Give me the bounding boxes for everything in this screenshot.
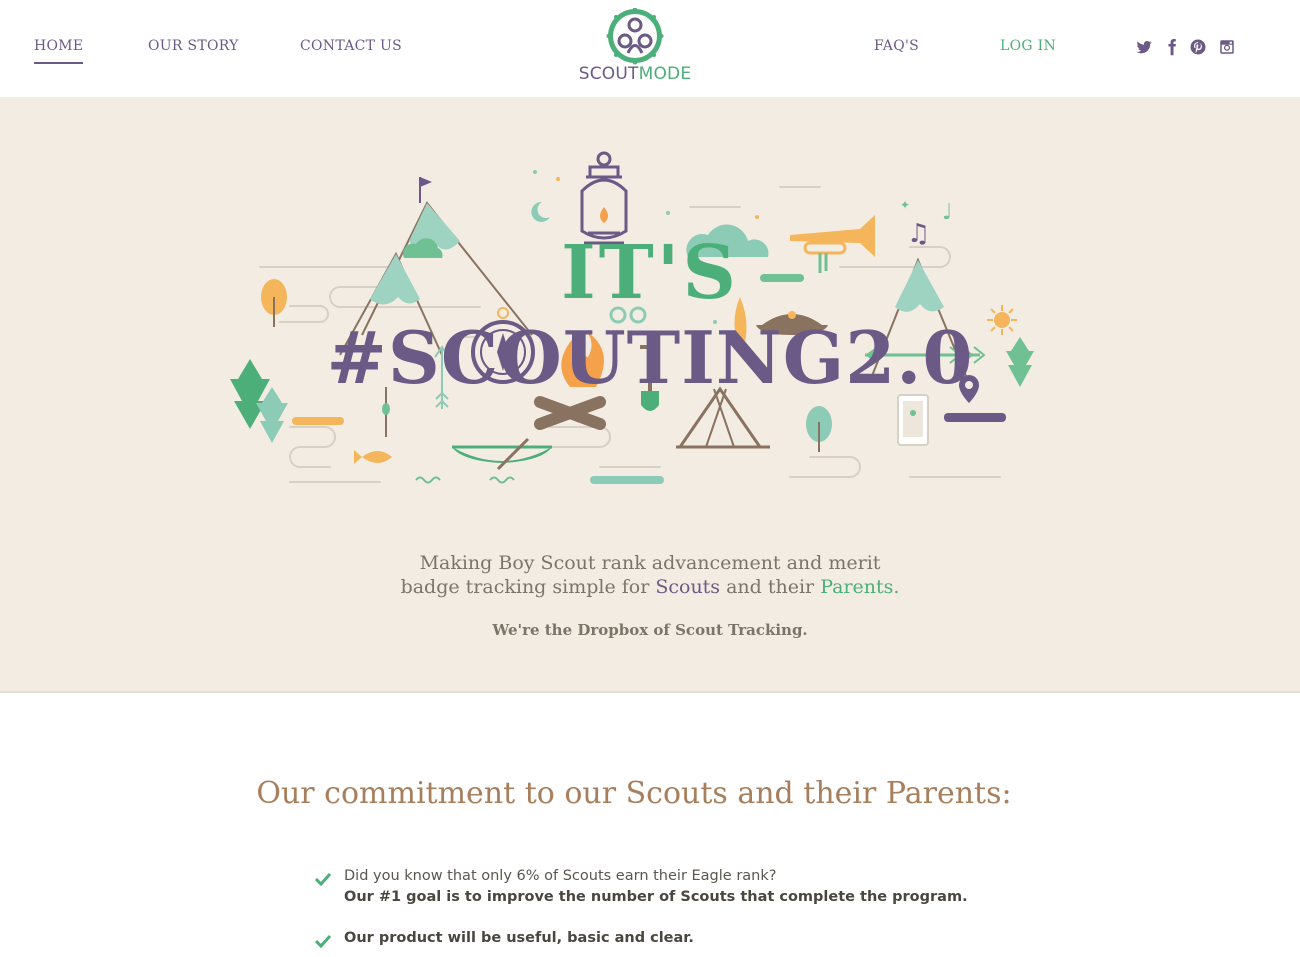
hero-headline-scouting: #SCOUTING2.0 [326, 315, 974, 400]
facebook-icon[interactable] [1163, 38, 1181, 56]
site-header: HOME OUR STORY CONTACT US SCOUTMODE FAQ'… [0, 0, 1300, 97]
commitment-item-line-1: Our product will be useful, basic and cl… [344, 930, 694, 946]
logo-word-mode: MODE [638, 64, 692, 84]
commitment-item-line-2: Our #1 goal is to improve the number of … [344, 889, 968, 905]
tagline-line-1: Making Boy Scout rank advancement and me… [419, 552, 881, 574]
commitment-item: Did you know that only 6% of Scouts earn… [344, 866, 968, 908]
logo-wordmark: SCOUTMODE [570, 64, 700, 84]
twitter-icon[interactable] [1135, 38, 1153, 56]
tagline-part-a: badge tracking simple for [400, 576, 656, 598]
nav-faqs[interactable]: FAQ'S [874, 38, 919, 54]
commitment-item-line-1: Did you know that only 6% of Scouts earn… [344, 868, 777, 884]
tagline-part-b: and their [720, 576, 821, 598]
nav-log-in[interactable]: LOG IN [1000, 38, 1056, 54]
svg-text:✦: ✦ [900, 198, 910, 212]
pinterest-icon[interactable] [1189, 38, 1207, 56]
tagline-line-2: badge tracking simple for Scouts and the… [0, 575, 1300, 599]
commitment-title: Our commitment to our Scouts and their P… [256, 776, 1012, 811]
nav-our-story[interactable]: OUR STORY [148, 38, 239, 54]
checkmark-icon [315, 872, 331, 886]
tagline-scouts: Scouts [655, 576, 721, 598]
nav-home[interactable]: HOME [34, 38, 84, 64]
checkmark-icon [315, 934, 331, 948]
hero-section: ♫ ♩ ✦ IT'S #SCOUTING2.0 Making Boy Scout… [0, 97, 1300, 693]
hero-tagline: Making Boy Scout rank advancement and me… [0, 551, 1300, 599]
tagline-parents: Parents. [820, 576, 900, 598]
instagram-icon[interactable] [1218, 38, 1236, 56]
commitment-item: Our product will be useful, basic and cl… [344, 928, 694, 949]
logo-word-scout: SCOUT [578, 64, 639, 84]
nav-contact-us[interactable]: CONTACT US [300, 38, 402, 54]
scoutmode-logo[interactable]: SCOUTMODE [570, 7, 700, 88]
hero-headline-its: IT'S [561, 230, 739, 316]
logo-emblem-icon [606, 7, 664, 65]
hero-subline: We're the Dropbox of Scout Tracking. [492, 621, 808, 639]
svg-text:♩: ♩ [942, 200, 952, 225]
